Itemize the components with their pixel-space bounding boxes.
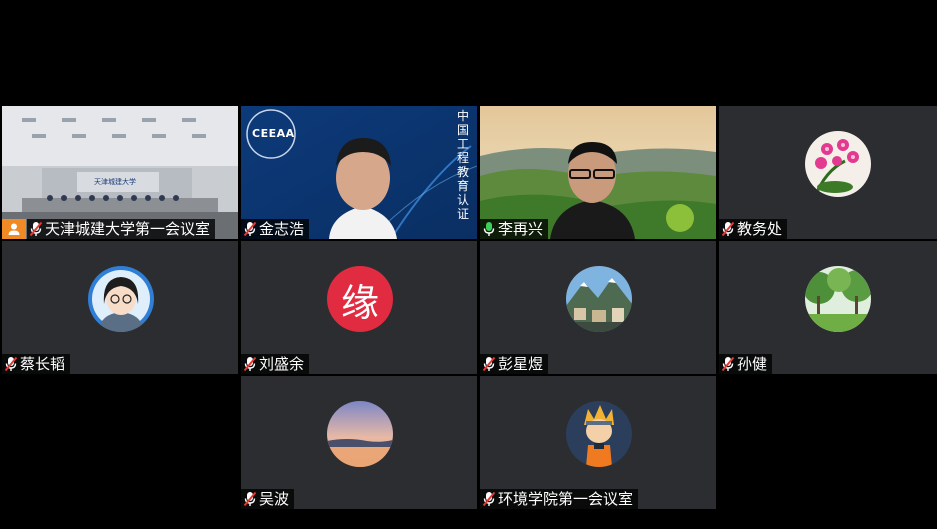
participant-name: 教务处 <box>737 220 783 238</box>
mic-muted-icon[interactable] <box>4 356 18 372</box>
participant-name: 彭星煜 <box>498 355 544 373</box>
mic-muted-icon[interactable] <box>29 221 43 237</box>
participant-name: 刘盛余 <box>259 355 305 373</box>
video-tile-li[interactable]: 李再兴 <box>480 106 716 239</box>
orchid-icon <box>805 131 871 197</box>
mic-muted-icon[interactable] <box>482 491 496 507</box>
host-badge <box>2 219 26 239</box>
participant-label: 天津城建大学第一会议室 <box>27 219 216 239</box>
cartoon-woman-icon <box>88 266 154 332</box>
participant-label: 彭星煜 <box>480 354 549 374</box>
video-tile-room[interactable]: 天津城建大学 天津城建大学第一会议室 <box>2 106 238 239</box>
participant-label: 教务处 <box>719 219 788 239</box>
yuan-character-icon: 缘 <box>327 266 393 332</box>
mic-muted-icon[interactable] <box>243 221 257 237</box>
ceeaa-logo: CEEAA <box>252 127 295 140</box>
video-tile-peng[interactable]: 彭星煜 <box>480 241 716 374</box>
cartoon-ninja-icon <box>566 401 632 467</box>
mountain-village-icon <box>566 266 632 332</box>
video-tile-sun[interactable]: 孙健 <box>719 241 937 374</box>
participant-name: 孙健 <box>737 355 768 373</box>
video-tile-liu[interactable]: 缘 刘盛余 <box>241 241 477 374</box>
video-tile-wu[interactable]: 吴波 <box>241 376 477 509</box>
participant-name: 吴波 <box>259 490 290 508</box>
avatar-character: 缘 <box>340 280 379 325</box>
participant-label: 环境学院第一会议室 <box>480 489 639 509</box>
participant-label: 金志浩 <box>241 219 310 239</box>
participant-label: 李再兴 <box>480 219 549 239</box>
video-tile-jin[interactable]: CEEAA 中国工程教育认证 金志浩 <box>241 106 477 239</box>
participant-label: 孙健 <box>719 354 773 374</box>
participant-label: 蔡长韬 <box>2 354 71 374</box>
park-trees-icon <box>805 266 871 332</box>
mic-muted-icon[interactable] <box>243 356 257 372</box>
ceeaa-vertical-text: 中国工程教育认证 <box>457 109 470 221</box>
participant-name: 蔡长韬 <box>20 355 66 373</box>
person-icon <box>8 223 20 235</box>
mic-active-icon[interactable] <box>482 221 496 237</box>
video-tile-jiaowuchu[interactable]: 教务处 <box>719 106 937 239</box>
participant-name: 环境学院第一会议室 <box>498 490 634 508</box>
mic-muted-icon[interactable] <box>721 356 735 372</box>
room-banner: 天津城建大学 <box>94 178 136 186</box>
participant-label: 刘盛余 <box>241 354 310 374</box>
mic-muted-icon[interactable] <box>243 491 257 507</box>
participant-name: 金志浩 <box>259 220 305 238</box>
mic-muted-icon[interactable] <box>482 356 496 372</box>
participant-name: 李再兴 <box>498 220 544 238</box>
participant-name: 天津城建大学第一会议室 <box>45 220 211 238</box>
video-tile-huanjing[interactable]: 环境学院第一会议室 <box>480 376 716 509</box>
sunset-lake-icon <box>327 401 393 467</box>
video-tile-cai[interactable]: 蔡长韬 <box>2 241 238 374</box>
participant-label: 吴波 <box>241 489 295 509</box>
mic-muted-icon[interactable] <box>721 221 735 237</box>
